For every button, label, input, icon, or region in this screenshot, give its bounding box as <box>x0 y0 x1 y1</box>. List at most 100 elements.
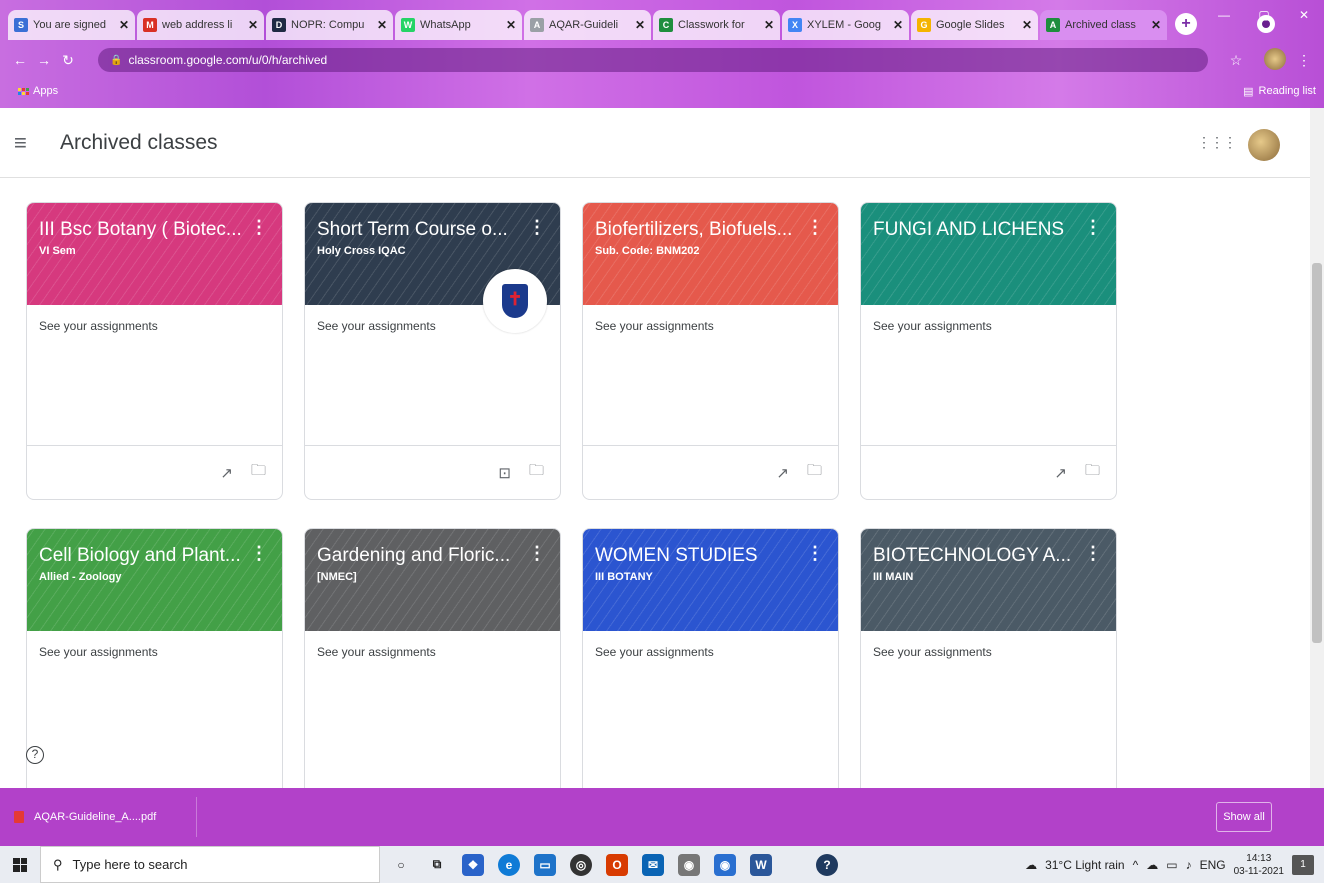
weather-text[interactable]: 31°C Light rain <box>1045 858 1125 872</box>
tab-close-icon[interactable]: ✕ <box>635 18 645 32</box>
class-banner[interactable]: FUNGI AND LICHENS ⋮ <box>861 203 1116 305</box>
user-avatar[interactable] <box>1248 129 1280 161</box>
class-banner[interactable]: WOMEN STUDIES III BOTANY ⋮ <box>583 529 838 631</box>
tab-close-icon[interactable]: ✕ <box>1151 18 1161 32</box>
reading-list-button[interactable]: ▤ Reading list <box>1243 85 1316 98</box>
class-card[interactable]: BIOTECHNOLOGY A... III MAIN ⋮ See your assi… <box>860 528 1117 788</box>
more-options-icon[interactable]: ⋮ <box>528 217 546 238</box>
profile-avatar[interactable] <box>1264 48 1286 70</box>
dropbox-icon[interactable]: ❖ <box>462 853 484 876</box>
taskbar-search[interactable]: ⚲ Type here to search <box>40 846 380 883</box>
browser-tab[interactable]: W WhatsApp ✕ <box>395 10 522 40</box>
class-banner[interactable]: Short Term Course o... Holy Cross IQAC ⋮ ✝ <box>305 203 560 333</box>
trend-icon[interactable]: ↗ <box>776 464 789 482</box>
tab-close-icon[interactable]: ✕ <box>377 18 387 32</box>
more-options-icon[interactable]: ⋮ <box>250 217 268 238</box>
start-button[interactable] <box>0 846 40 883</box>
chrome-icon[interactable]: ◉ <box>678 853 700 876</box>
class-profile-icon[interactable]: ⊡ <box>498 464 511 482</box>
tab-close-icon[interactable]: ✕ <box>119 18 129 32</box>
tab-close-icon[interactable]: ✕ <box>764 18 774 32</box>
class-card[interactable]: III Bsc Botany ( Biotec... VI Sem ⋮ See you… <box>26 202 283 500</box>
more-options-icon[interactable]: ⋮ <box>1084 543 1102 564</box>
folder-icon[interactable]: 🗀 <box>251 460 266 485</box>
task-view-icon[interactable]: ⧉ <box>426 854 448 876</box>
class-title[interactable]: WOMEN STUDIES <box>595 545 810 567</box>
more-options-icon[interactable]: ⋮ <box>1084 217 1102 238</box>
folder-icon[interactable]: 🗀 <box>807 460 822 485</box>
class-title[interactable]: BIOTECHNOLOGY A... <box>873 545 1088 567</box>
class-banner[interactable]: Biofertilizers, Biofuels... Sub. Code: BN… <box>583 203 838 305</box>
tray-chevron-icon[interactable]: ^ <box>1133 858 1139 872</box>
clock[interactable]: 14:13 03-11-2021 <box>1234 852 1284 878</box>
cortana-icon[interactable]: ○ <box>390 854 412 876</box>
word-icon[interactable]: W <box>750 853 772 876</box>
class-title[interactable]: Short Term Course o... <box>317 219 532 241</box>
tab-close-icon[interactable]: ✕ <box>893 18 903 32</box>
browser-tab[interactable]: Mweb address li ✕ <box>137 10 264 40</box>
help-app-icon[interactable]: ? <box>816 853 838 876</box>
file-explorer-icon[interactable]: ▭ <box>534 853 556 876</box>
browser-tab[interactable]: D NOPR: Compu ✕ <box>266 10 393 40</box>
class-card[interactable]: WOMEN STUDIES III BOTANY ⋮ See your assignm… <box>582 528 839 788</box>
class-card[interactable]: Gardening and Floric... [NMEC] ⋮ See your a… <box>304 528 561 788</box>
browser-tab[interactable]: G Google Slides ✕ <box>911 10 1038 40</box>
class-banner[interactable]: Cell Biology and Plant... Allied - Zoolog… <box>27 529 282 631</box>
apps-bookmark[interactable]: Apps <box>18 85 58 97</box>
show-all-button[interactable]: Show all <box>1216 802 1272 832</box>
browser-tab[interactable]: C Classwork for ✕ <box>653 10 780 40</box>
browser-tab[interactable]: A AQAR-Guideli ✕ <box>524 10 651 40</box>
trend-icon[interactable]: ↗ <box>1054 464 1067 482</box>
download-item[interactable]: AQAR-Guideline_A....pdf <box>14 797 198 837</box>
volume-icon[interactable]: ♪ <box>1186 858 1192 872</box>
help-icon[interactable]: ? <box>26 746 44 764</box>
browser-tab[interactable]: S You are signed ✕ <box>8 10 135 40</box>
tab-close-icon[interactable]: ✕ <box>506 18 516 32</box>
folder-icon[interactable]: 🗀 <box>1085 460 1100 485</box>
url-bar[interactable]: 🔒 classroom.google.com/u/0/h/archived <box>98 48 1208 72</box>
browser-tab[interactable]: X XYLEM - Goog ✕ <box>782 10 909 40</box>
close-window-button[interactable]: ✕ <box>1284 0 1324 30</box>
more-options-icon[interactable]: ⋮ <box>528 543 546 564</box>
class-title[interactable]: FUNGI AND LICHENS <box>873 219 1088 241</box>
page-scrollbar[interactable] <box>1310 108 1324 788</box>
onedrive-icon[interactable]: ☁ <box>1146 858 1158 872</box>
class-banner[interactable]: III Bsc Botany ( Biotec... VI Sem ⋮ <box>27 203 282 305</box>
hamburger-menu-icon[interactable]: ≡ <box>14 130 46 156</box>
chrome-profile-icon[interactable]: ◉ <box>714 853 736 876</box>
maximize-button[interactable]: ▢ <box>1244 0 1284 30</box>
browser-tab[interactable]: A Archived class ✕ <box>1040 10 1167 40</box>
tab-close-icon[interactable]: ✕ <box>248 18 258 32</box>
app-icon[interactable]: ◎ <box>570 853 592 876</box>
tab-close-icon[interactable]: ✕ <box>1022 18 1032 32</box>
class-card[interactable]: Cell Biology and Plant... Allied - Zoolog… <box>26 528 283 788</box>
scrollbar-thumb[interactable] <box>1312 263 1322 643</box>
menu-icon[interactable]: ⋮ <box>1292 52 1316 69</box>
reload-icon[interactable]: ↻ <box>56 52 80 69</box>
language-indicator[interactable]: ENG <box>1200 858 1226 872</box>
star-icon[interactable]: ☆ <box>1224 52 1248 69</box>
class-title[interactable]: Biofertilizers, Biofuels... <box>595 219 810 241</box>
more-options-icon[interactable]: ⋮ <box>250 543 268 564</box>
notification-icon[interactable]: 1 <box>1292 854 1314 875</box>
folder-icon[interactable]: 🗀 <box>529 460 544 485</box>
mail-icon[interactable]: ✉ <box>642 853 664 876</box>
trend-icon[interactable]: ↗ <box>220 464 233 482</box>
class-banner[interactable]: Gardening and Floric... [NMEC] ⋮ <box>305 529 560 631</box>
class-title[interactable]: III Bsc Botany ( Biotec... <box>39 219 254 241</box>
battery-icon[interactable]: ▭ <box>1166 858 1177 872</box>
class-title[interactable]: Gardening and Floric... <box>317 545 532 567</box>
more-options-icon[interactable]: ⋮ <box>806 217 824 238</box>
class-card[interactable]: FUNGI AND LICHENS ⋮ See your assignments ↗ 🗀 <box>860 202 1117 500</box>
forward-icon[interactable]: → <box>32 52 56 68</box>
class-banner[interactable]: BIOTECHNOLOGY A... III MAIN ⋮ <box>861 529 1116 631</box>
new-tab-button[interactable]: + <box>1175 13 1197 35</box>
back-icon[interactable]: ← <box>8 52 32 68</box>
class-card[interactable]: Biofertilizers, Biofuels... Sub. Code: BN… <box>582 202 839 500</box>
google-apps-icon[interactable]: ⋮⋮⋮ <box>1197 134 1237 151</box>
more-options-icon[interactable]: ⋮ <box>806 543 824 564</box>
office-icon[interactable]: O <box>606 853 628 876</box>
edge-icon[interactable]: e <box>498 853 520 876</box>
minimize-button[interactable]: — <box>1204 0 1244 30</box>
class-title[interactable]: Cell Biology and Plant... <box>39 545 254 567</box>
